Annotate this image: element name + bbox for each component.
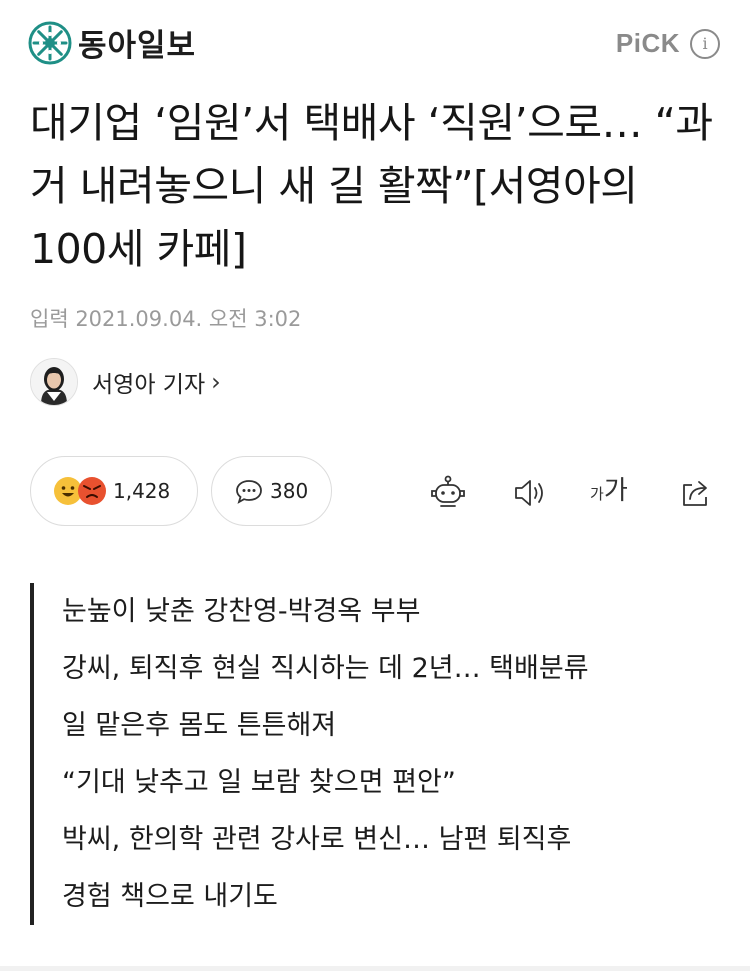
- speaker-icon[interactable]: [510, 473, 550, 513]
- reaction-count: 1,428: [113, 479, 171, 503]
- article-title: 대기업 ‘임원’서 택배사 ‘직원’으로… “과거 내려놓으니 새 길 활짝”[…: [30, 99, 713, 273]
- article-date: 입력 2021.09.04. 오전 3:02: [30, 307, 302, 331]
- avatar: [30, 358, 78, 406]
- chevron-right-icon: ›: [211, 368, 221, 396]
- font-size-large-label: 가: [603, 476, 628, 506]
- comment-icon: [236, 480, 262, 504]
- font-size-button[interactable]: 가가: [590, 470, 628, 507]
- header: 동아일보 PiCK i: [0, 0, 750, 86]
- pick-label: PiCK: [615, 28, 680, 58]
- summary-line: 경험 책으로 내기도: [62, 881, 278, 912]
- article-summary: 눈높이 낮춘 강찬영-박경옥 부부 강씨, 퇴직후 현실 직시하는 데 2년… …: [30, 583, 720, 925]
- share-icon[interactable]: [676, 473, 716, 513]
- comment-count: 380: [270, 479, 309, 503]
- divider: [0, 966, 750, 971]
- author-name: 서영아 기자: [92, 372, 206, 398]
- author-link[interactable]: 서영아 기자 ›: [30, 358, 221, 406]
- angry-emoji-icon: [78, 477, 106, 505]
- logo-text: 동아일보: [78, 28, 197, 64]
- reaction-button[interactable]: 1,428: [30, 456, 198, 526]
- font-size-small-label: 가: [590, 485, 604, 503]
- pick-badge[interactable]: PiCK i: [616, 28, 720, 59]
- summary-line: 눈높이 낮춘 강찬영-박경옥 부부: [62, 596, 421, 627]
- logo[interactable]: 동아일보: [28, 20, 196, 65]
- summary-line: 강씨, 퇴직후 현실 직시하는 데 2년… 택배분류: [62, 653, 589, 684]
- robot-icon[interactable]: [428, 473, 468, 513]
- dongA-logo-icon: [28, 21, 72, 64]
- info-icon[interactable]: i: [690, 28, 720, 59]
- summary-line: 일 맡은후 몸도 튼튼해져: [62, 710, 337, 741]
- summary-line: 박씨, 한의학 관련 강사로 변신… 남편 퇴직후: [62, 824, 572, 855]
- summary-line: “기대 낮추고 일 보람 찾으면 편안”: [62, 767, 456, 798]
- comment-button[interactable]: 380: [211, 456, 332, 526]
- action-bar: 1,428 380 가가: [30, 456, 720, 528]
